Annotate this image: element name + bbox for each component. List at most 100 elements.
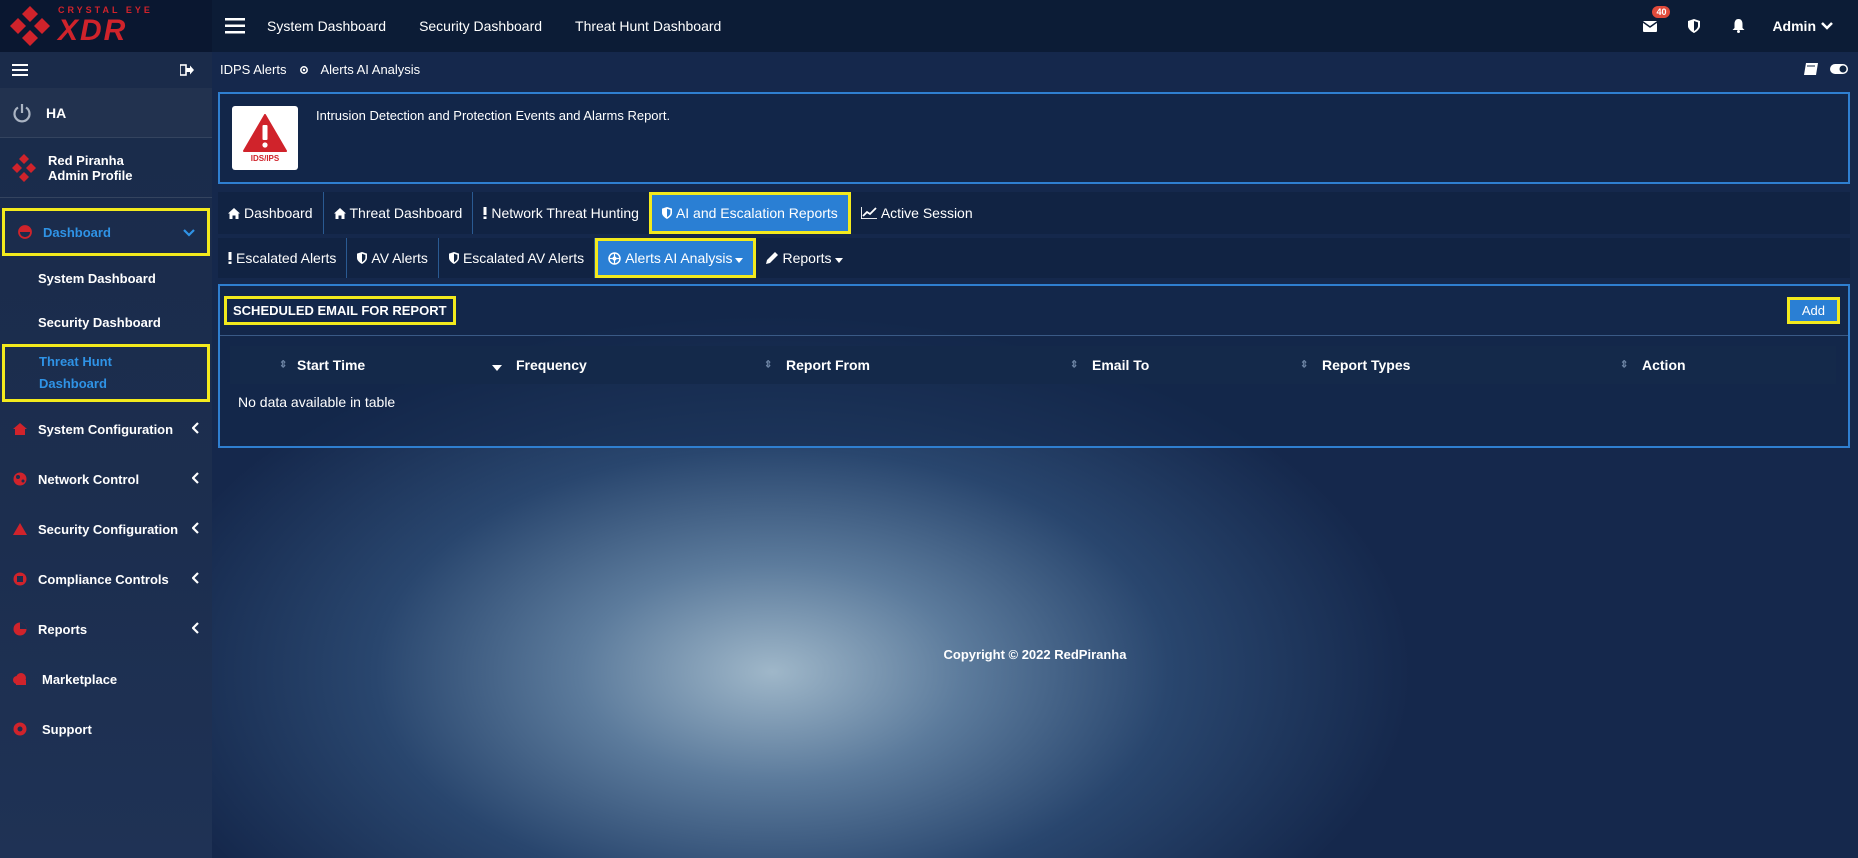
globe-icon — [12, 471, 28, 487]
pie-chart-icon — [12, 621, 28, 637]
breadcrumb-separator-icon — [300, 62, 309, 77]
shield-icon — [661, 207, 672, 219]
admin-profile[interactable]: Red Piranha Admin Profile — [0, 138, 212, 198]
chevron-left-icon — [191, 521, 200, 537]
sort-icon: ⇕ — [1620, 359, 1629, 371]
mail-button[interactable]: 40 — [1628, 0, 1672, 52]
column-email-to[interactable]: ⇕ Email To — [1070, 346, 1308, 384]
sidebar-sub-system-dashboard[interactable]: System Dashboard — [0, 256, 212, 300]
chevron-down-icon — [183, 225, 195, 240]
topnav-system-dashboard[interactable]: System Dashboard — [267, 18, 386, 34]
tab-network-threat-hunting[interactable]: Network Threat Hunting — [473, 192, 649, 234]
alert-triangle-icon — [243, 113, 287, 152]
column-label: Email To — [1092, 357, 1150, 373]
chevron-left-icon — [191, 621, 200, 637]
breadcrumb-current: Alerts AI Analysis — [320, 61, 421, 77]
shield-button[interactable] — [1672, 0, 1716, 52]
tab-active-session[interactable]: Active Session — [851, 192, 983, 234]
column-frequency[interactable]: Frequency — [492, 346, 772, 384]
sidebar-item-compliance-controls[interactable]: Compliance Controls — [0, 554, 212, 604]
add-button[interactable]: Add — [1786, 297, 1840, 324]
profile-name: Red Piranha — [48, 152, 124, 168]
warning-icon — [12, 521, 28, 537]
sidebar: HA Red Piranha Admin Profile Dashboard S… — [0, 52, 212, 858]
topnav-security-dashboard[interactable]: Security Dashboard — [419, 18, 542, 34]
tab-label: Alerts AI Analysis — [625, 250, 733, 266]
menu-toggle-icon[interactable] — [215, 0, 255, 52]
column-label: Action — [1642, 357, 1686, 373]
tab-label: AI and Escalation Reports — [675, 205, 838, 221]
sidebar-sub-security-dashboard[interactable]: Security Dashboard — [0, 300, 212, 344]
tab-ai-and-escalation-reports[interactable]: AI and Escalation Reports — [648, 192, 851, 234]
support-icon — [12, 721, 28, 737]
info-banner: IDS/IPS Intrusion Detection and Protecti… — [218, 92, 1850, 184]
dashboard-gauge-icon — [17, 224, 33, 240]
mail-count-badge: 40 — [1652, 6, 1671, 18]
tab-label: Threat Dashboard — [349, 205, 463, 221]
sidebar-item-reports[interactable]: Reports — [0, 604, 212, 654]
shield-icon — [357, 252, 368, 264]
top-nav: System Dashboard Security Dashboard Thre… — [267, 18, 754, 34]
breadcrumb-parent[interactable]: IDPS Alerts — [220, 62, 286, 77]
sidebar-item-system-configuration[interactable]: System Configuration — [0, 404, 212, 454]
column-report-from[interactable]: ⇕ Report From — [764, 346, 1078, 384]
primary-tabs: Dashboard Threat Dashboard Network Threa… — [218, 192, 1850, 234]
sidebar-item-dashboard[interactable]: Dashboard — [2, 208, 210, 256]
sort-icon: ⇕ — [764, 359, 773, 371]
ids-ips-label: IDS/IPS — [250, 153, 280, 163]
sidebar-menu-icon[interactable] — [12, 64, 28, 76]
scheduled-email-panel: SCHEDULED EMAIL FOR REPORT Add ⇕ Start T… — [218, 284, 1850, 448]
sidebar-item-marketplace[interactable]: Marketplace — [0, 654, 212, 704]
column-report-types[interactable]: ⇕ Report Types — [1300, 346, 1628, 384]
home-icon — [333, 207, 346, 219]
column-action[interactable]: ⇕ Action — [1620, 346, 1836, 384]
exclamation-icon — [483, 207, 487, 219]
tab-alerts-ai-analysis[interactable]: Alerts AI Analysis — [595, 238, 757, 278]
ids-ips-card: IDS/IPS — [232, 106, 298, 170]
tab-reports[interactable]: Reports — [756, 238, 852, 278]
sidebar-item-security-configuration[interactable]: Security Configuration — [0, 504, 212, 554]
sidebar-item-label: System Configuration — [38, 421, 174, 437]
tab-threat-dashboard[interactable]: Threat Dashboard — [324, 192, 474, 234]
tab-label: Escalated Alerts — [236, 250, 337, 266]
shield-icon — [1688, 19, 1701, 33]
breadcrumb: IDPS Alerts Alerts AI Analysis — [212, 52, 1858, 86]
topnav-threat-hunt-dashboard[interactable]: Threat Hunt Dashboard — [575, 18, 721, 34]
sidebar-item-network-control[interactable]: Network Control — [0, 454, 212, 504]
sort-icon: ⇕ — [1300, 359, 1309, 371]
column-label: Start Time — [297, 357, 366, 373]
info-description: Intrusion Detection and Protection Event… — [316, 108, 671, 123]
tab-label: Active Session — [880, 205, 973, 221]
compliance-icon — [12, 571, 28, 587]
bell-icon — [1732, 19, 1745, 33]
secondary-tabs: Escalated Alerts AV Alerts Escalated AV … — [218, 238, 1850, 278]
sidebar-item-support[interactable]: Support — [0, 704, 212, 754]
user-menu[interactable]: Admin — [1772, 18, 1834, 34]
tab-label: Reports — [782, 250, 832, 266]
sidebar-sub-threat-hunt-dashboard[interactable]: Threat Hunt Dashboard — [2, 344, 210, 402]
chevron-left-icon — [191, 421, 200, 437]
tab-escalated-av-alerts[interactable]: Escalated AV Alerts — [439, 238, 596, 278]
tab-label: Escalated AV Alerts — [462, 250, 585, 266]
toggle-icon[interactable] — [1830, 64, 1848, 74]
logout-icon[interactable] — [180, 64, 194, 76]
column-start-time[interactable]: ⇕ Start Time — [247, 346, 502, 384]
caret-down-icon — [834, 250, 843, 266]
tab-dashboard[interactable]: Dashboard — [218, 192, 324, 234]
threat-hunt-label-line1: Threat Hunt — [39, 354, 112, 369]
ha-label: HA — [46, 104, 67, 121]
profile-logo-icon — [12, 153, 36, 182]
tab-av-alerts[interactable]: AV Alerts — [347, 238, 439, 278]
home-icon — [228, 207, 240, 219]
brand-logo[interactable]: CRYSTAL EYE XDR — [0, 0, 212, 52]
column-label: Frequency — [516, 357, 587, 373]
brand-name: XDR — [58, 14, 128, 47]
empty-table-message: No data available in table — [238, 394, 396, 410]
notifications-button[interactable] — [1716, 0, 1760, 52]
pencil-icon — [766, 252, 779, 264]
user-name: Admin — [1772, 18, 1816, 34]
book-icon[interactable] — [1804, 63, 1818, 75]
helm-icon — [608, 251, 621, 265]
sidebar-ha[interactable]: HA — [0, 88, 212, 138]
tab-escalated-alerts[interactable]: Escalated Alerts — [218, 238, 348, 278]
